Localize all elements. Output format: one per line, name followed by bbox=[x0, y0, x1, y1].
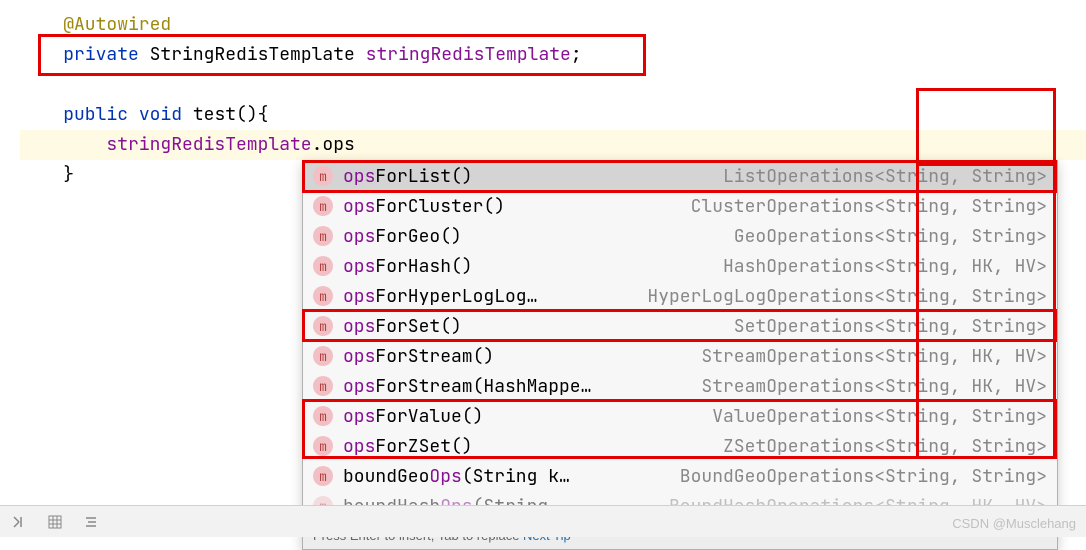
autocomplete-method-name: opsForStream(HashMappe… bbox=[343, 375, 591, 398]
method-icon: m bbox=[313, 316, 333, 336]
code-line-5-current: stringRedisTemplate.ops bbox=[20, 130, 1086, 160]
autocomplete-return-type: ZSetOperations<String, String> bbox=[473, 435, 1047, 458]
autocomplete-return-type: ListOperations<String, String> bbox=[473, 165, 1047, 188]
grid-icon[interactable] bbox=[46, 513, 64, 531]
autocomplete-method-name: opsForSet() bbox=[343, 315, 462, 338]
method-icon: m bbox=[313, 286, 333, 306]
method-icon: m bbox=[313, 346, 333, 366]
method-icon: m bbox=[313, 166, 333, 186]
autocomplete-item[interactable]: m opsForGeo()GeoOperations<String, String… bbox=[303, 221, 1057, 251]
method-icon: m bbox=[313, 376, 333, 396]
method-icon: m bbox=[313, 436, 333, 456]
autocomplete-method-name: opsForHyperLogLog… bbox=[343, 285, 537, 308]
autocomplete-return-type: HyperLogLogOperations<String, String> bbox=[537, 285, 1047, 308]
autocomplete-method-name: opsForZSet() bbox=[343, 435, 473, 458]
code-line-3 bbox=[20, 70, 1086, 100]
autocomplete-method-name: opsForCluster() bbox=[343, 195, 505, 218]
autocomplete-popup[interactable]: m opsForList()ListOperations<String, Stri… bbox=[302, 160, 1058, 550]
autocomplete-return-type: StreamOperations<String, HK, HV> bbox=[494, 345, 1047, 368]
autocomplete-method-name: opsForHash() bbox=[343, 255, 473, 278]
collapse-icon[interactable] bbox=[10, 513, 28, 531]
method-icon: m bbox=[313, 406, 333, 426]
autocomplete-method-name: opsForList() bbox=[343, 165, 473, 188]
autocomplete-item[interactable]: m opsForSet()SetOperations<String, String… bbox=[303, 311, 1057, 341]
code-line-1: @Autowired bbox=[20, 10, 1086, 40]
autocomplete-item[interactable]: m opsForZSet()ZSetOperations<String, Stri… bbox=[303, 431, 1057, 461]
autocomplete-return-type: BoundGeoOperations<String, String> bbox=[570, 465, 1047, 488]
autocomplete-return-type: ClusterOperations<String, String> bbox=[505, 195, 1047, 218]
autocomplete-item[interactable]: m opsForValue()ValueOperations<String, St… bbox=[303, 401, 1057, 431]
autocomplete-item[interactable]: m opsForList()ListOperations<String, Stri… bbox=[303, 161, 1057, 191]
watermark: CSDN @Musclehang bbox=[952, 516, 1076, 531]
method-icon: m bbox=[313, 196, 333, 216]
autocomplete-item[interactable]: m opsForCluster()ClusterOperations<String… bbox=[303, 191, 1057, 221]
autocomplete-method-name: opsForStream() bbox=[343, 345, 494, 368]
autocomplete-return-type: SetOperations<String, String> bbox=[462, 315, 1047, 338]
autocomplete-return-type: HashOperations<String, HK, HV> bbox=[473, 255, 1047, 278]
autocomplete-return-type: ValueOperations<String, String> bbox=[483, 405, 1047, 428]
autocomplete-item[interactable]: m opsForStream(HashMappe…StreamOperations… bbox=[303, 371, 1057, 401]
list-icon[interactable] bbox=[82, 513, 100, 531]
method-icon: m bbox=[313, 226, 333, 246]
method-icon: m bbox=[313, 466, 333, 486]
autocomplete-item[interactable]: m opsForHash()HashOperations<String, HK, … bbox=[303, 251, 1057, 281]
autocomplete-return-type: GeoOperations<String, String> bbox=[462, 225, 1047, 248]
code-line-4: public void test(){ bbox=[20, 100, 1086, 130]
autocomplete-method-name: boundGeoOps(String k… bbox=[343, 465, 570, 488]
bottom-toolbar bbox=[0, 505, 1086, 537]
autocomplete-method-name: opsForValue() bbox=[343, 405, 483, 428]
autocomplete-item[interactable]: m boundGeoOps(String k…BoundGeoOperations… bbox=[303, 461, 1057, 491]
annotation: @Autowired bbox=[63, 13, 171, 36]
autocomplete-item[interactable]: m opsForStream()StreamOperations<String, … bbox=[303, 341, 1057, 371]
autocomplete-item[interactable]: m opsForHyperLogLog…HyperLogLogOperations… bbox=[303, 281, 1057, 311]
code-line-2: private StringRedisTemplate stringRedisT… bbox=[20, 40, 1086, 70]
autocomplete-method-name: opsForGeo() bbox=[343, 225, 462, 248]
autocomplete-return-type: StreamOperations<String, HK, HV> bbox=[591, 375, 1047, 398]
method-icon: m bbox=[313, 256, 333, 276]
